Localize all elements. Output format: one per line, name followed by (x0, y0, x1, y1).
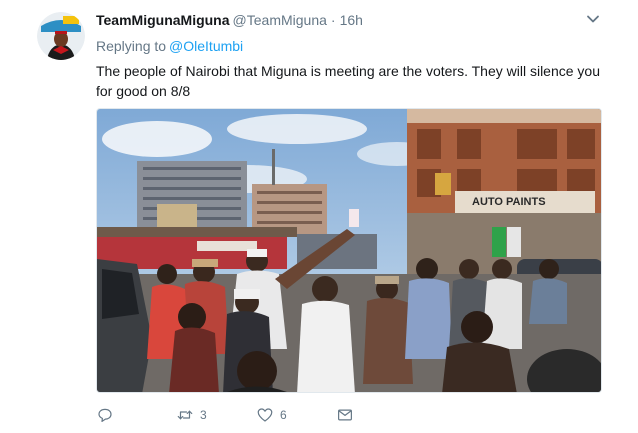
reply-icon (98, 408, 112, 422)
like-button[interactable]: 6 (256, 405, 287, 425)
tweet-text: The people of Nairobi that Miguna is mee… (96, 63, 601, 99)
timestamp[interactable]: 16h (340, 12, 363, 28)
chevron-down-icon[interactable] (585, 11, 601, 27)
reply-button[interactable] (96, 405, 120, 425)
display-name[interactable]: TeamMigunaMiguna (96, 12, 230, 28)
avatar[interactable] (37, 12, 85, 60)
tweet-header: TeamMigunaMiguna @TeamMiguna · 16h (96, 11, 363, 29)
direct-message-button[interactable] (336, 405, 360, 425)
tweet: TeamMigunaMiguna @TeamMiguna · 16h Replying… (0, 0, 638, 433)
heart-icon (257, 408, 273, 422)
tweet-actions: 3 6 (96, 405, 596, 425)
auto-paints-sign: AUTO PAINTS (472, 196, 546, 208)
separator-dot: · (330, 12, 336, 28)
replying-to: Replying to @OleItumbi (96, 37, 243, 55)
like-count: 6 (280, 408, 287, 422)
user-handle[interactable]: @TeamMiguna (233, 12, 327, 28)
envelope-icon (338, 409, 352, 421)
replying-to-label: Replying to (96, 38, 167, 54)
retweet-count: 3 (200, 408, 207, 422)
tweet-photo[interactable]: AUTO PAINTS (96, 108, 602, 393)
retweet-button[interactable]: 3 (176, 405, 207, 425)
street-crowd-photo: AUTO PAINTS (97, 109, 601, 392)
avatar-image (37, 12, 85, 60)
retweet-icon (177, 410, 193, 420)
replying-to-mention[interactable]: @OleItumbi (169, 38, 243, 54)
